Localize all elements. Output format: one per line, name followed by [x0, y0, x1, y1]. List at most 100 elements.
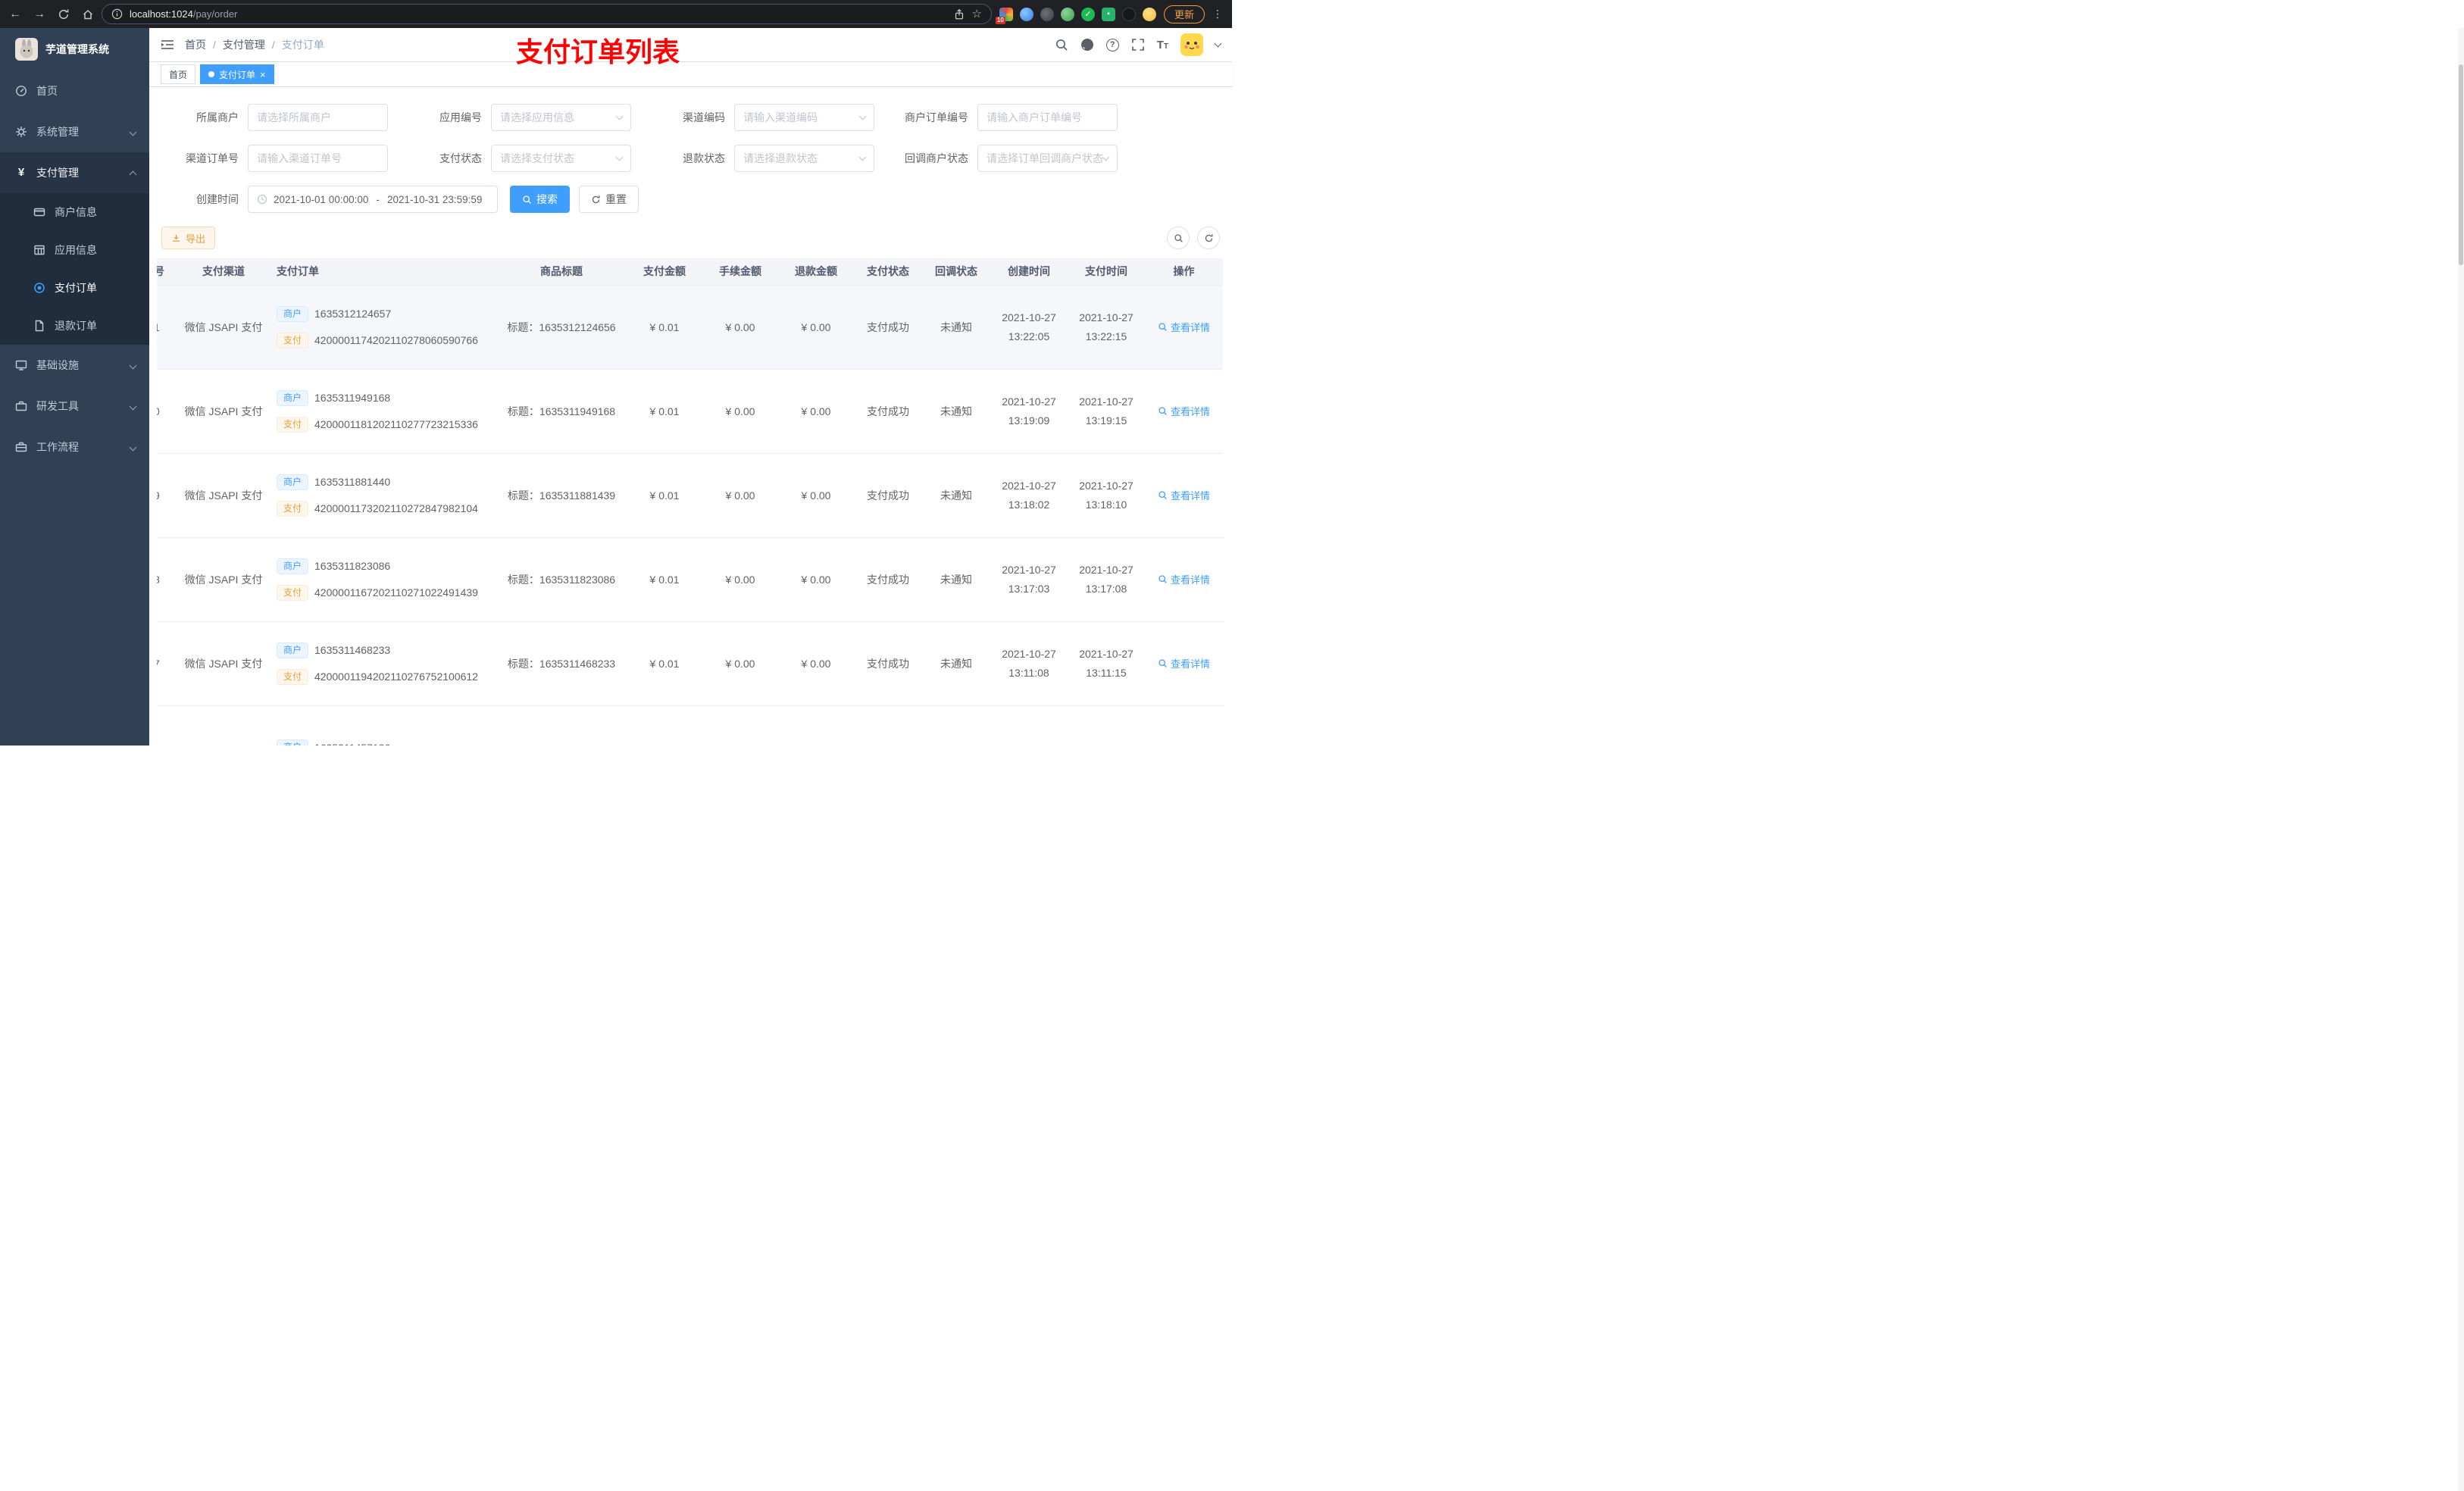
sidebar-item-devtools[interactable]: 研发工具 — [0, 386, 149, 427]
channel-code-label: 渠道编码 — [683, 111, 725, 123]
pay-status-select[interactable]: 请选择支付状态 — [491, 145, 631, 172]
sidebar-item-workflow[interactable]: 工作流程 — [0, 427, 149, 467]
refresh-icon — [592, 195, 600, 203]
forward-icon[interactable]: → — [33, 8, 45, 20]
extension-blue-icon[interactable] — [1019, 7, 1033, 21]
table-row: 商户1635311457126 — [157, 705, 1223, 746]
font-size-icon[interactable]: TT — [1157, 39, 1168, 51]
table-toolbar: 导出 — [157, 227, 1223, 249]
date-start[interactable]: 2021-10-01 00:00:00 — [274, 194, 368, 205]
column-header: 支付渠道 — [178, 258, 269, 286]
merchant-order-label: 商户订单编号 — [905, 111, 968, 123]
pay-badge: 支付 — [277, 500, 309, 517]
sidebar-item-system[interactable]: 系统管理 — [0, 111, 149, 152]
channel-code-select[interactable]: 请输入渠道编码 — [734, 104, 874, 131]
refresh-icon — [1205, 233, 1212, 242]
extension-chat-icon[interactable]: ▪ — [1101, 7, 1115, 21]
refresh-icon[interactable] — [58, 8, 70, 20]
view-detail-link[interactable]: 查看详情 — [1158, 488, 1210, 502]
table-row: 18 微信 JSAPI 支付 商户1635311823086 支付4200001… — [157, 537, 1223, 622]
back-icon[interactable]: ← — [9, 8, 21, 20]
browser-menu-icon[interactable]: ⋮ — [1212, 8, 1223, 20]
merchant-badge: 商户 — [277, 739, 309, 746]
table-row: 20 微信 JSAPI 支付 商户1635311949168 支付4200001… — [157, 369, 1223, 454]
notify-status-select[interactable]: 请选择订单回调商户状态 — [977, 145, 1118, 172]
date-end[interactable]: 2021-10-31 23:59:59 — [387, 194, 482, 205]
scrollbar-thumb[interactable] — [2459, 64, 2463, 265]
view-detail-link[interactable]: 查看详情 — [1158, 656, 1210, 670]
table-row: 17 微信 JSAPI 支付 商户1635311468233 支付4200001… — [157, 621, 1223, 706]
url-text: localhost:1024/pay/order — [130, 8, 238, 20]
breadcrumb-section[interactable]: 支付管理 — [223, 37, 265, 52]
search-button[interactable]: 搜索 — [510, 186, 570, 213]
app-no-select[interactable]: 请选择应用信息 — [491, 104, 631, 131]
close-tab-icon[interactable]: × — [260, 70, 266, 80]
merchant-badge: 商户 — [277, 389, 309, 406]
extension-gray-icon[interactable] — [1040, 7, 1054, 21]
sidebar-item-infra[interactable]: 基础设施 — [0, 345, 149, 386]
column-header: 支付金额 — [627, 258, 702, 286]
view-detail-link[interactable]: 查看详情 — [1158, 320, 1210, 334]
extension-green-icon[interactable] — [1060, 7, 1074, 21]
home-icon[interactable] — [82, 8, 94, 20]
column-header: 编号 — [157, 258, 178, 286]
view-detail-link[interactable]: 查看详情 — [1158, 572, 1210, 586]
sidebar-menu: 首页 系统管理 ¥ 支付管理 商户信息 应用信息 支付订单 退款订单 基础设施 … — [0, 70, 149, 467]
download-icon — [173, 234, 180, 242]
app-logo[interactable]: 芋道管理系统 — [0, 28, 149, 70]
chevron-down-icon — [129, 443, 137, 451]
export-button[interactable]: 导出 — [161, 227, 216, 249]
extension-colorful-icon[interactable]: 10 — [995, 7, 1013, 24]
sidebar: 芋道管理系统 首页 系统管理 ¥ 支付管理 商户信息 应用信息 支付订单 退款订… — [0, 28, 149, 746]
help-icon[interactable]: ? — [1105, 38, 1119, 52]
create-time-range-picker[interactable]: 2021-10-01 00:00:00 - 2021-10-31 23:59:5… — [248, 186, 498, 213]
sidebar-item-app-info[interactable]: 应用信息 — [0, 231, 149, 269]
grid-icon — [34, 245, 45, 255]
sidebar-item-merchant-info[interactable]: 商户信息 — [0, 193, 149, 231]
extension-emoji-icon[interactable] — [1142, 7, 1156, 21]
sidebar-item-payment[interactable]: ¥ 支付管理 — [0, 152, 149, 193]
briefcase-icon — [15, 442, 27, 452]
gear-icon — [16, 127, 27, 137]
site-info-icon[interactable] — [111, 8, 123, 20]
app-title: 芋道管理系统 — [45, 43, 109, 55]
extension-black-icon[interactable] — [1121, 7, 1136, 21]
search-icon[interactable] — [1055, 38, 1068, 52]
sidebar-collapse-icon[interactable] — [161, 39, 174, 51]
refund-status-label: 退款状态 — [683, 152, 725, 164]
tab-home[interactable]: 首页 — [161, 64, 196, 84]
pay-badge: 支付 — [277, 416, 309, 433]
search-icon — [1159, 407, 1167, 415]
fullscreen-icon[interactable] — [1131, 38, 1145, 52]
extension-green-check-icon[interactable]: ✓ — [1080, 7, 1095, 21]
update-button[interactable]: 更新 — [1163, 5, 1205, 23]
chevron-down-icon — [858, 112, 867, 120]
url-bar[interactable]: localhost:1024/pay/order ☆ — [102, 4, 992, 24]
bookmark-star-icon[interactable]: ☆ — [972, 8, 982, 20]
pay-badge: 支付 — [277, 332, 309, 349]
breadcrumb-home[interactable]: 首页 — [185, 37, 206, 52]
merchant-order-input[interactable] — [977, 104, 1118, 131]
owner-input[interactable] — [248, 104, 388, 131]
column-header: 商品标题 — [496, 258, 627, 286]
share-icon[interactable] — [953, 8, 965, 20]
sidebar-item-pay-order[interactable]: 支付订单 — [0, 269, 149, 307]
table-header-row: 编号 支付渠道 支付订单 商品标题 支付金额 手续金额 退款金额 支付状态 回调… — [157, 258, 1223, 286]
column-header: 操作 — [1145, 258, 1223, 286]
github-icon[interactable] — [1080, 38, 1094, 52]
avatar[interactable] — [1180, 33, 1203, 56]
reset-button[interactable]: 重置 — [579, 186, 639, 213]
toggle-search-button[interactable] — [1167, 227, 1190, 249]
tab-pay-order[interactable]: 支付订单 × — [200, 64, 274, 84]
merchant-badge: 商户 — [277, 474, 309, 490]
channel-order-input[interactable] — [248, 145, 388, 172]
sidebar-item-refund-order[interactable]: 退款订单 — [0, 307, 149, 345]
view-detail-link[interactable]: 查看详情 — [1158, 404, 1210, 418]
avatar-dropdown-icon[interactable] — [1214, 39, 1222, 47]
sidebar-item-home[interactable]: 首页 — [0, 70, 149, 111]
refresh-table-button[interactable] — [1197, 227, 1220, 249]
search-icon — [523, 195, 531, 204]
tags-bar: 首页 支付订单 × — [149, 62, 1232, 87]
chevron-down-icon — [129, 361, 137, 369]
refund-status-select[interactable]: 请选择退款状态 — [734, 145, 874, 172]
